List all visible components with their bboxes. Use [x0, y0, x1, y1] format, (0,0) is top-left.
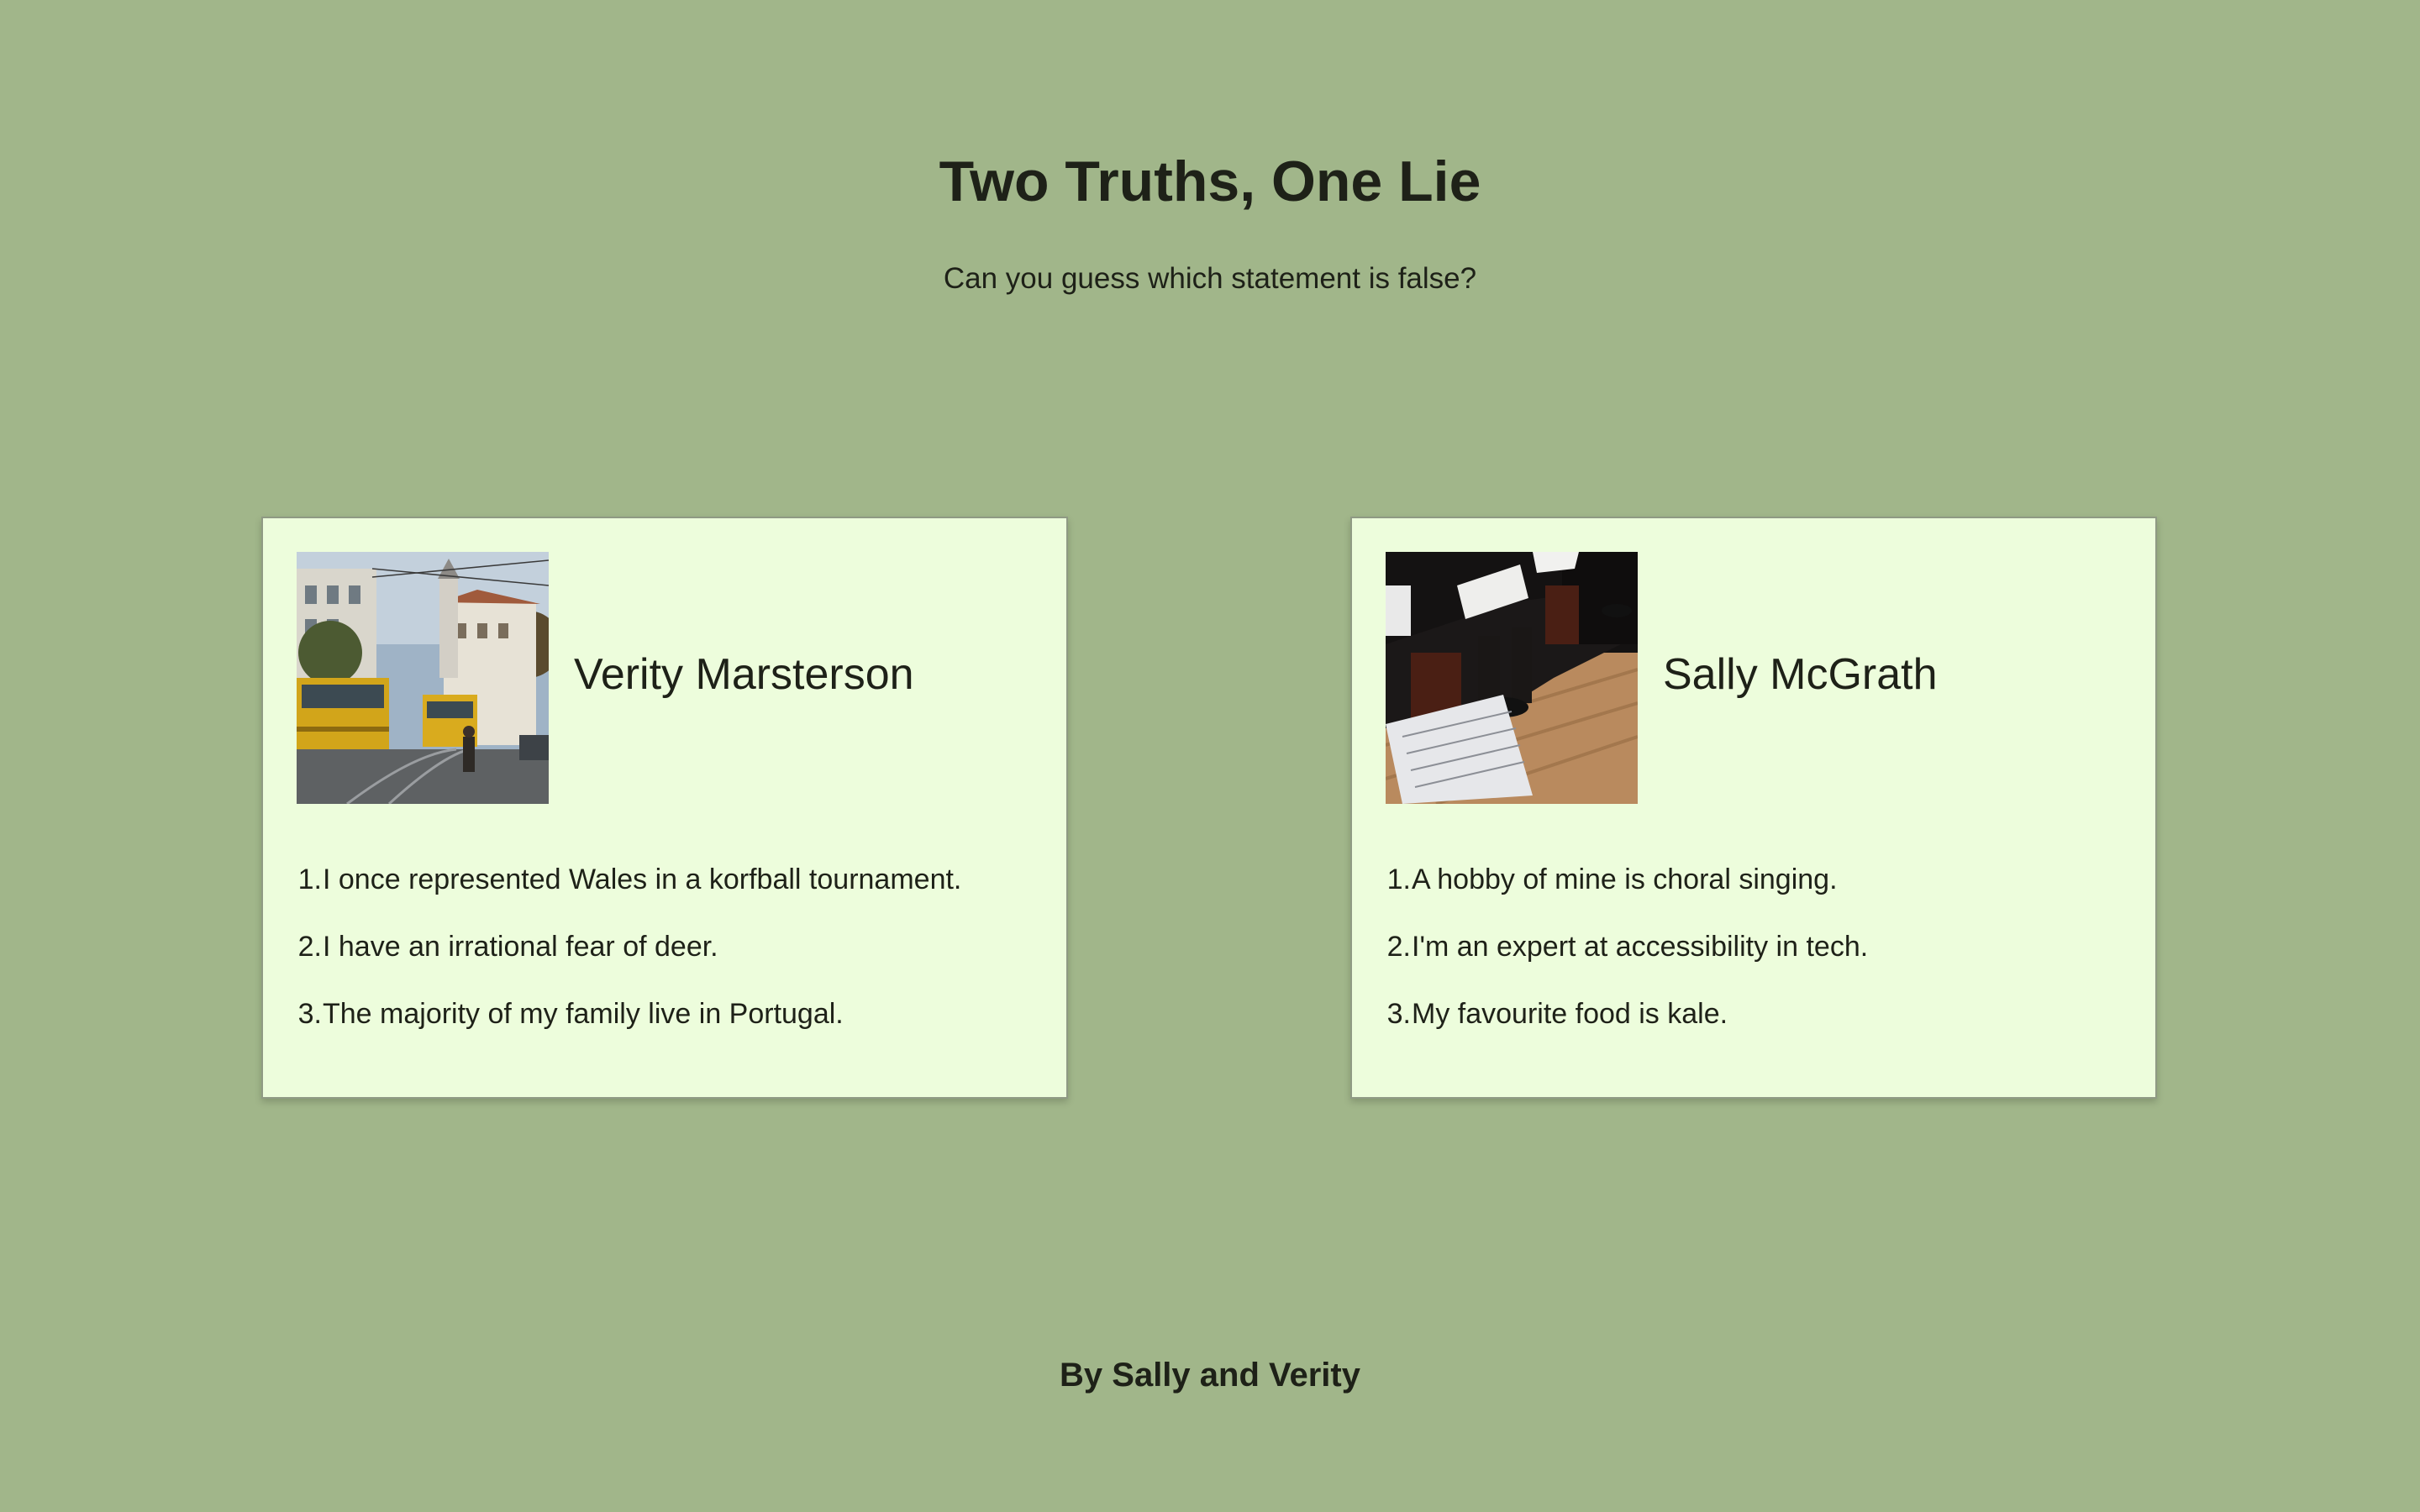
fact-number: 3.: [1386, 998, 1411, 1030]
fact-number: 3.: [297, 998, 322, 1030]
fact-text: I'm an expert at accessibility in tech.: [1412, 931, 1869, 963]
fact-item: 1. I once represented Wales in a korfbal…: [263, 854, 1053, 921]
fact-item: 2. I have an irrational fear of deer.: [263, 921, 1053, 989]
city-tram-photo: [297, 552, 549, 804]
fact-item: 3. My favourite food is kale.: [1352, 989, 2142, 1056]
facts-list: 1. A hobby of mine is choral singing. 2.…: [1352, 854, 2142, 1056]
fact-number: 1.: [1386, 864, 1411, 895]
fact-text: The majority of my family live in Portug…: [323, 998, 844, 1030]
profile-card-sally: Sally McGrath 1. A hobby of mine is chor…: [1350, 517, 2157, 1099]
fact-number: 2.: [1386, 931, 1411, 963]
page-title: Two Truths, One Lie: [939, 150, 1481, 213]
fact-number: 2.: [297, 931, 322, 963]
fact-text: I once represented Wales in a korfball t…: [323, 864, 962, 895]
fact-text: I have an irrational fear of deer.: [323, 931, 718, 963]
fact-item: 3. The majority of my family live in Por…: [263, 989, 1053, 1056]
fact-item: 1. A hobby of mine is choral singing.: [1352, 854, 2142, 921]
page-subtitle: Can you guess which statement is false?: [943, 262, 1477, 295]
facts-list: 1. I once represented Wales in a korfbal…: [263, 854, 1053, 1056]
fact-text: My favourite food is kale.: [1412, 998, 1728, 1030]
profile-card-verity: Verity Marsterson 1. I once represented …: [261, 517, 1068, 1099]
card-name: Verity Marsterson: [574, 650, 914, 699]
footer-credit: By Sally and Verity: [1060, 1357, 1360, 1394]
fact-text: A hobby of mine is choral singing.: [1412, 864, 1838, 895]
fact-item: 2. I'm an expert at accessibility in tec…: [1352, 921, 2142, 989]
fact-number: 1.: [297, 864, 322, 895]
choir-singers-photo: [1386, 552, 1638, 804]
card-name: Sally McGrath: [1663, 650, 1938, 699]
